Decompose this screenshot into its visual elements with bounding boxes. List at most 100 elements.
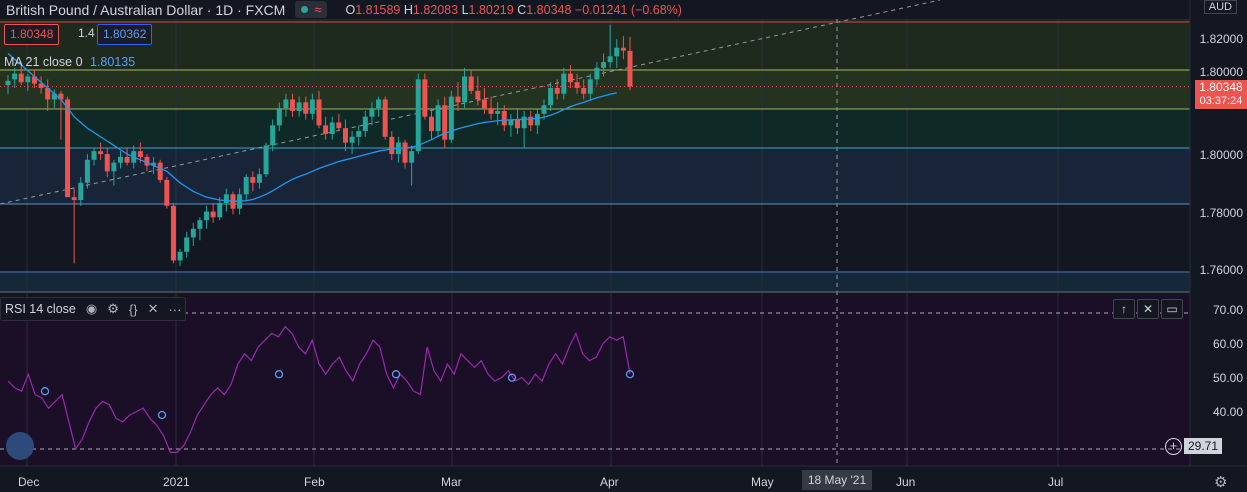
candle-body — [329, 122, 335, 134]
zone-band — [0, 149, 1190, 204]
candle-body — [157, 162, 163, 180]
candle-body — [601, 62, 607, 68]
candle-body — [349, 136, 355, 143]
candle-body — [170, 205, 176, 261]
maximize-icon[interactable]: ▭ — [1161, 299, 1183, 319]
candle-body — [323, 125, 329, 134]
market-status-pill[interactable]: ≈ — [295, 1, 328, 18]
candle-body — [528, 116, 534, 126]
candle-body — [415, 79, 421, 152]
time-label: Apr — [600, 475, 619, 489]
candle-body — [164, 179, 170, 206]
zone-band — [0, 109, 1190, 149]
candle-body — [243, 177, 249, 195]
rsi-tick: 50.00 — [1212, 371, 1243, 385]
candle-body — [316, 99, 322, 126]
candle-body — [283, 99, 289, 109]
sell-button[interactable]: 1.80348 — [4, 24, 60, 45]
price-tick: 1.82000 — [1199, 32, 1243, 46]
candle-body — [567, 73, 573, 83]
candle-body — [111, 162, 117, 172]
candle-body — [455, 96, 461, 103]
candle-body — [561, 73, 567, 94]
zone-band — [0, 273, 1190, 292]
candle-body — [402, 142, 408, 163]
candle-body — [137, 151, 143, 157]
open-value: 1.81589 — [355, 2, 401, 17]
candle-body — [71, 197, 77, 201]
price-tick: 1.78000 — [1199, 206, 1243, 220]
candle-body — [124, 156, 130, 163]
arrow-up-icon[interactable]: ↑ — [1113, 299, 1135, 319]
chart-header: British Pound / Australian Dollar · 1D ·… — [0, 0, 682, 19]
candle-body — [270, 125, 276, 146]
candle-body — [217, 202, 223, 218]
zone-band — [0, 19, 1190, 69]
price-tick: 1.76000 — [1199, 263, 1243, 277]
ma-legend-label: MA 21 close 0 — [4, 55, 83, 69]
candle-body — [263, 145, 269, 175]
candle-body — [495, 110, 501, 114]
time-label: Jun — [896, 475, 916, 489]
candle-body — [389, 136, 395, 155]
candle-body — [409, 151, 415, 163]
candle-body — [488, 108, 494, 114]
candle-body — [84, 159, 90, 183]
candle-body — [303, 102, 309, 114]
close-icon[interactable]: ✕ — [148, 301, 159, 317]
rsi-pane — [0, 296, 1190, 466]
price-tick: 1.80000 — [1199, 65, 1243, 79]
more-icon[interactable]: ··· — [168, 302, 181, 317]
candle-body — [594, 67, 600, 80]
close-value: 1.80348 — [526, 2, 572, 17]
candle-body — [276, 108, 282, 126]
candle-body — [554, 87, 560, 94]
candle-body — [475, 90, 481, 100]
candle-body — [581, 87, 587, 94]
bar-countdown: 03:37:24 — [1199, 95, 1243, 107]
gear-icon[interactable]: ⚙ — [107, 301, 119, 317]
candle-body — [462, 76, 468, 103]
eye-icon[interactable]: ◉ — [86, 301, 97, 317]
braces-icon[interactable]: {} — [129, 302, 138, 317]
buy-button[interactable]: 1.80362 — [97, 24, 153, 45]
spread-value: 1.4 — [78, 26, 95, 40]
ma-legend[interactable]: MA 21 close 0 1.80135 — [4, 55, 135, 69]
candle-body — [614, 47, 620, 57]
candle-body — [12, 73, 18, 80]
rsi-legend-label: RSI 14 close — [5, 302, 76, 316]
candle-body — [428, 116, 434, 132]
ohlc-readout: O1.81589 H1.82083 L1.80219 C1.80348 −0.0… — [345, 2, 682, 17]
candle-body — [65, 99, 71, 198]
close-pane-icon[interactable]: ✕ — [1137, 299, 1159, 319]
crosshair-value-tag: + 29.71 — [1165, 437, 1223, 455]
change-value: −0.01241 (−0.68%) — [574, 2, 682, 17]
low-value: 1.80219 — [468, 2, 514, 17]
candle-body — [197, 220, 203, 229]
tradingview-logo-icon[interactable] — [6, 432, 34, 460]
candle-body — [481, 99, 487, 109]
currency-label[interactable]: AUD — [1203, 0, 1237, 14]
market-open-icon — [301, 6, 309, 13]
rsi-tick: 60.00 — [1212, 337, 1243, 351]
candle-body — [501, 110, 507, 126]
plus-circle-icon[interactable]: + — [1165, 437, 1182, 455]
candle-body — [521, 116, 527, 129]
settings-icon[interactable]: ⚙ — [1214, 473, 1227, 491]
chart-canvas[interactable] — [0, 0, 1247, 492]
candle-body — [336, 122, 342, 129]
rsi-legend[interactable]: RSI 14 close ◉ ⚙ {} ✕ ··· — [0, 297, 187, 321]
price-tick: 1.80000 — [1199, 148, 1243, 162]
candle-body — [548, 87, 554, 106]
candle-body — [627, 50, 633, 87]
candle-body — [250, 177, 256, 183]
symbol-title[interactable]: British Pound / Australian Dollar · 1D ·… — [6, 2, 285, 18]
candle-body — [607, 56, 613, 63]
candle-body — [620, 47, 626, 51]
candle-body — [382, 99, 388, 137]
candle-body — [204, 211, 210, 221]
candle-body — [362, 116, 368, 132]
candle-body — [117, 156, 123, 163]
candle-body — [422, 79, 428, 117]
time-label: Mar — [441, 475, 462, 489]
